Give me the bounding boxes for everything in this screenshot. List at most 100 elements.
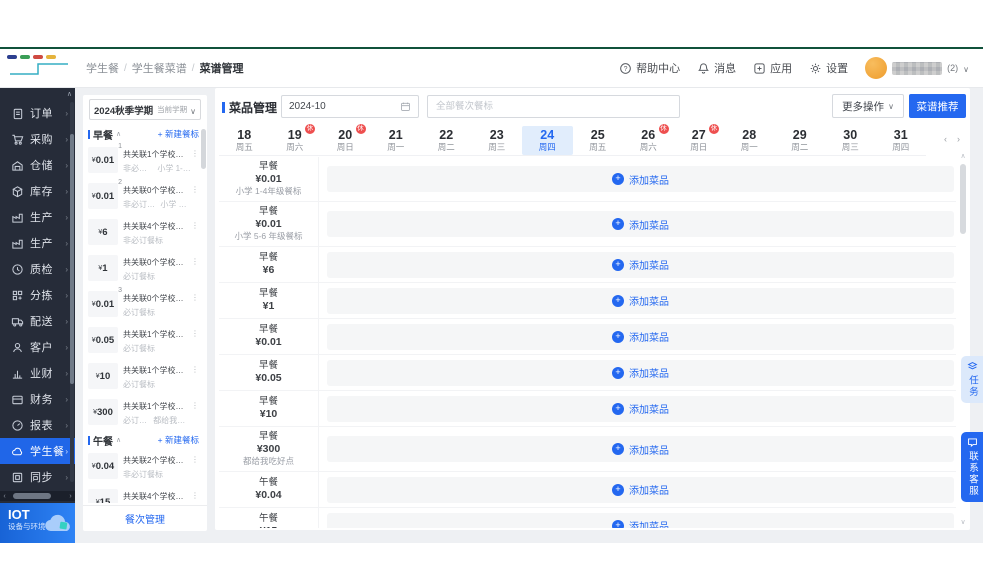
date-cell-19[interactable]: 休 19 周六 xyxy=(270,124,321,155)
recipe-recommend-button[interactable]: 菜谱推荐 xyxy=(909,94,966,118)
date-cell-22[interactable]: 22 周二 xyxy=(421,126,472,155)
section-name[interactable]: 早餐 xyxy=(93,127,113,142)
new-meal-standard-link[interactable]: + 新建餐标 xyxy=(158,434,199,446)
iot-banner[interactable]: IOT 设备与环境 xyxy=(0,503,75,543)
help-center-button[interactable]: ? 帮助中心 xyxy=(619,60,680,76)
scrollbar-track[interactable] xyxy=(9,493,66,499)
sidebar-item-sync[interactable]: 同步 xyxy=(0,464,75,490)
meal-standard-item[interactable]: ¥0.05共关联1个学校的1个班级必订餐标⋮ xyxy=(88,323,199,359)
item-menu-icon[interactable]: ⋮ xyxy=(191,221,199,230)
sidebar-item-grid[interactable]: 分拣 xyxy=(0,282,75,308)
meal-standard-item[interactable]: ¥6共关联4个学校的4个班级非必订餐标⋮ xyxy=(88,215,199,251)
add-dish-button[interactable]: + 添加菜品 xyxy=(612,365,669,380)
date-cell-31[interactable]: 31 周四 xyxy=(876,126,927,155)
scroll-right-icon[interactable] xyxy=(66,493,75,500)
sidebar-item-cart[interactable]: 采购 xyxy=(0,126,75,152)
item-menu-icon[interactable]: ⋮ xyxy=(191,185,199,194)
item-menu-icon[interactable]: ⋮ xyxy=(191,491,199,500)
item-menu-icon[interactable]: ⋮ xyxy=(191,149,199,158)
sidebar-item-truck[interactable]: 配送 xyxy=(0,308,75,334)
meal-price: ¥0.01 xyxy=(255,173,282,185)
meal-session-manage-button[interactable]: 餐次管理 xyxy=(83,505,207,531)
sidebar-item-wallet[interactable]: 财务 xyxy=(0,386,75,412)
item-menu-icon[interactable]: ⋮ xyxy=(191,365,199,374)
scrollbar-thumb[interactable] xyxy=(13,493,51,499)
more-actions-button[interactable]: 更多操作 xyxy=(832,94,904,118)
prev-dates-button[interactable] xyxy=(944,134,947,144)
date-cell-27[interactable]: 休 27 周日 xyxy=(674,124,725,155)
collapse-icon[interactable] xyxy=(116,436,121,444)
customer-service-float-button[interactable]: 联系客服 xyxy=(961,432,983,502)
meal-standard-item[interactable]: ¥300共关联1个学校的2个班级必订餐标都给我吃好点⋮ xyxy=(88,395,199,431)
meal-standard-item[interactable]: ¥0.04共关联2个学校的12个班级非必订餐标⋮ xyxy=(88,449,199,485)
meal-standard-item[interactable]: ¥10共关联1个学校的15个班级必订餐标⋮ xyxy=(88,359,199,395)
scrollbar-thumb[interactable] xyxy=(960,164,966,234)
grid-icon xyxy=(12,290,23,300)
sidebar-item-label: 财务 xyxy=(30,394,53,406)
date-cell-30[interactable]: 30 周三 xyxy=(825,126,876,155)
date-cell-28[interactable]: 28 周一 xyxy=(724,126,775,155)
user-menu[interactable]: (2) xyxy=(865,57,969,79)
date-cell-24[interactable]: 24 周四 xyxy=(522,126,573,155)
new-meal-standard-link[interactable]: + 新建餐标 xyxy=(158,128,199,140)
meal-standard-item[interactable]: ¥1共关联0个学校的0个班级必订餐标⋮ xyxy=(88,251,199,287)
section-name[interactable]: 午餐 xyxy=(93,433,113,448)
tasks-float-button[interactable]: 任务 xyxy=(961,356,983,403)
add-dish-button[interactable]: + 添加菜品 xyxy=(612,257,669,272)
item-menu-icon[interactable]: ⋮ xyxy=(191,401,199,410)
dish-slot-bar: + 添加菜品 xyxy=(327,436,954,462)
item-menu-icon[interactable]: ⋮ xyxy=(191,293,199,302)
item-menu-icon[interactable]: ⋮ xyxy=(191,329,199,338)
sidebar-item-gauge[interactable]: 报表 xyxy=(0,412,75,438)
sidebar-item-box[interactable]: 库存 xyxy=(0,178,75,204)
date-cell-18[interactable]: 18 周五 xyxy=(219,126,270,155)
add-dish-button[interactable]: + 添加菜品 xyxy=(612,329,669,344)
sidebar-horizontal-scrollbar[interactable] xyxy=(0,491,75,501)
add-dish-button[interactable]: + 添加菜品 xyxy=(612,293,669,308)
date-cell-26[interactable]: 休 26 周六 xyxy=(623,124,674,155)
breadcrumb-item[interactable]: 学生餐菜谱 xyxy=(132,60,187,76)
sidebar-item-clock[interactable]: 质检 xyxy=(0,256,75,282)
apps-button[interactable]: 应用 xyxy=(753,60,792,76)
add-dish-button[interactable]: + 添加菜品 xyxy=(612,172,669,187)
scrollbar-thumb[interactable] xyxy=(70,134,74,384)
add-dish-button[interactable]: + 添加菜品 xyxy=(612,482,669,497)
sidebar-item-factory[interactable]: 生产 xyxy=(0,230,75,256)
item-menu-icon[interactable]: ⋮ xyxy=(191,455,199,464)
meal-standard-item[interactable]: ¥15 共关联4个学校的8个班级非必订餐标⋮ xyxy=(88,485,199,503)
sidebar-item-cloud[interactable]: 学生餐 xyxy=(0,438,75,464)
scrollbar-thumb[interactable] xyxy=(201,129,206,169)
sidebar-vertical-scrollbar[interactable] xyxy=(70,102,74,482)
collapse-icon[interactable] xyxy=(116,130,121,138)
date-cell-21[interactable]: 21 周一 xyxy=(371,126,422,155)
settings-button[interactable]: 设置 xyxy=(809,60,848,76)
add-dish-button[interactable]: + 添加菜品 xyxy=(612,442,669,457)
sidebar-item-chart[interactable]: 业财 xyxy=(0,360,75,386)
sidebar-item-clipboard[interactable]: 订单 xyxy=(0,100,75,126)
add-dish-button[interactable]: + 添加菜品 xyxy=(612,217,669,232)
meal-standard-item[interactable]: 3¥0.01共关联0个学校的0个班级必订餐标⋮ xyxy=(88,287,199,323)
semester-select[interactable]: 2024秋季学期 当前学期 xyxy=(89,99,201,120)
next-dates-button[interactable] xyxy=(957,134,960,144)
date-cell-29[interactable]: 29 周二 xyxy=(775,126,826,155)
scroll-down-icon[interactable] xyxy=(959,518,967,526)
date-cell-23[interactable]: 23 周三 xyxy=(472,126,523,155)
date-cell-20[interactable]: 休 20 周日 xyxy=(320,124,371,155)
meal-standard-item[interactable]: 1¥0.01共关联1个学校的3个班级非必订餐标小学 1-4年…⋮ xyxy=(88,143,199,179)
meal-standard-item[interactable]: 2¥0.01共关联0个学校的0个班级非必订餐标小学 5-6…⋮ xyxy=(88,179,199,215)
sidebar-scroll-up-icon[interactable] xyxy=(67,90,72,98)
breadcrumb-item[interactable]: 学生餐 xyxy=(86,60,119,76)
sidebar-item-factory[interactable]: 生产 xyxy=(0,204,75,230)
search-input[interactable] xyxy=(427,95,680,118)
add-dish-button[interactable]: + 添加菜品 xyxy=(612,518,669,528)
add-dish-button[interactable]: + 添加菜品 xyxy=(612,401,669,416)
panel-scrollbar[interactable] xyxy=(201,127,206,499)
messages-button[interactable]: 消息 xyxy=(697,60,736,76)
scroll-left-icon[interactable] xyxy=(0,493,9,500)
month-picker[interactable]: 2024-10 xyxy=(281,95,419,118)
item-menu-icon[interactable]: ⋮ xyxy=(191,257,199,266)
date-cell-25[interactable]: 25 周五 xyxy=(573,126,624,155)
sidebar-item-user[interactable]: 客户 xyxy=(0,334,75,360)
sidebar-item-warehouse[interactable]: 仓储 xyxy=(0,152,75,178)
scroll-up-icon[interactable] xyxy=(959,152,967,160)
